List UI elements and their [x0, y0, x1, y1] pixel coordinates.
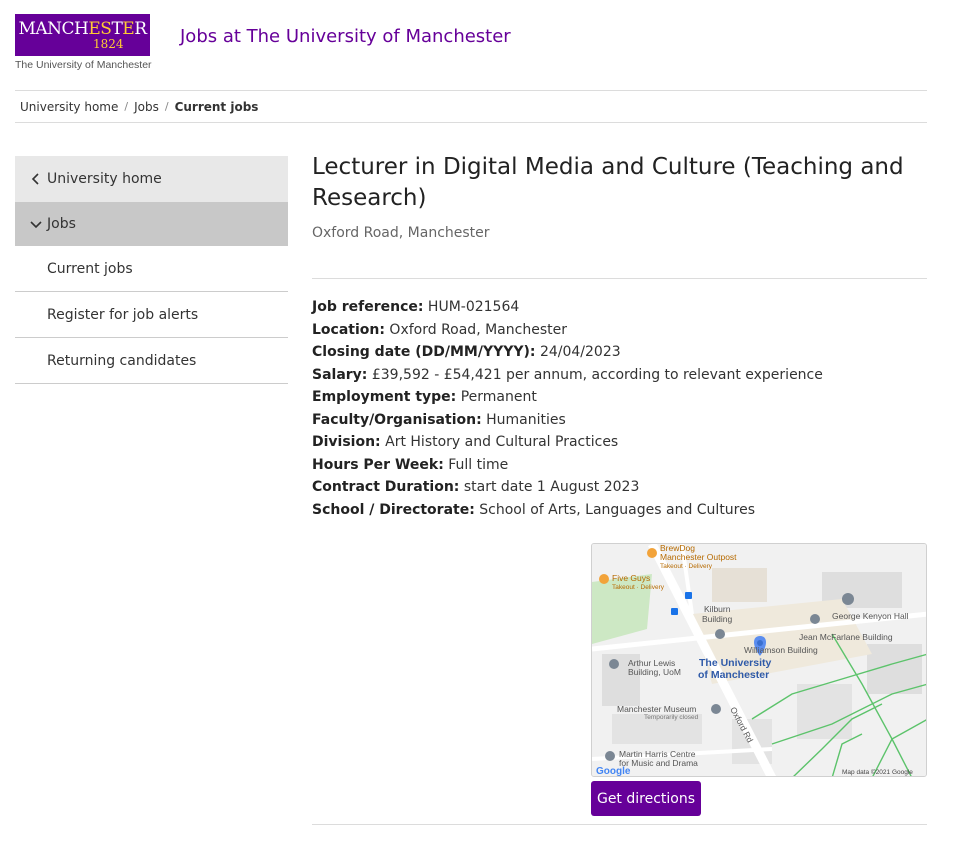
map-building: [797, 684, 852, 739]
place-icon: [605, 751, 615, 761]
map-label-brewdog: Manchester Outpost: [660, 552, 737, 562]
map-attribution[interactable]: Map data ©2021 Google: [842, 768, 913, 776]
map-label-museum: Manchester Museum: [617, 704, 696, 714]
map-label-university: of Manchester: [698, 669, 769, 681]
divider: [312, 278, 927, 279]
chevron-down-icon: [27, 215, 45, 233]
job-details: Job reference: HUM-021564 Location: Oxfo…: [312, 296, 927, 521]
sidebar-item-current-jobs[interactable]: Current jobs: [15, 246, 288, 292]
map-building: [712, 568, 767, 602]
restaurant-icon: [599, 574, 609, 584]
sidebar-item-jobs[interactable]: Jobs: [15, 202, 288, 246]
detail-contract-duration: Contract Duration: start date 1 August 2…: [312, 479, 640, 495]
map-label-brewdog-sub: Takeout · Delivery: [660, 563, 713, 570]
detail-school: School / Directorate: School of Arts, La…: [312, 501, 756, 518]
get-directions-button[interactable]: Get directions: [591, 781, 701, 816]
sidebar-item-label: University home: [47, 171, 162, 187]
map-label-five-guys-sub: Takeout · Delivery: [612, 584, 665, 591]
map-label-martin-harris: for Music and Drama: [619, 758, 698, 768]
place-icon: [842, 593, 854, 605]
sidebar-item-returning-candidates[interactable]: Returning candidates: [15, 338, 288, 384]
map-label-kilburn: Kilburn: [704, 604, 731, 614]
map-label-university: The University: [699, 657, 772, 669]
google-logo: Google: [596, 766, 631, 777]
breadcrumb: University home / Jobs / Current jobs: [15, 90, 927, 123]
logo-wordmark: MANCHESTER: [18, 19, 147, 39]
university-logo[interactable]: MANCHESTER 1824 The University of Manche…: [15, 14, 152, 71]
map-label-george-kenyon-hall: George Kenyon Hall: [832, 611, 909, 621]
detail-closing-date: Closing date (DD/MM/YYYY): 24/04/2023: [312, 344, 621, 360]
restaurant-icon: [647, 548, 657, 558]
sidebar-item-university-home[interactable]: University home: [15, 156, 288, 202]
breadcrumb-university-home[interactable]: University home: [20, 100, 118, 114]
logo-subtitle: The University of Manchester: [15, 59, 152, 71]
detail-job-reference: Job reference: HUM-021564: [312, 299, 520, 315]
detail-hours: Hours Per Week: Full time: [312, 456, 509, 473]
location-map[interactable]: BrewDog Manchester Outpost Takeout · Del…: [591, 543, 927, 777]
map-label-kilburn: Building: [702, 614, 733, 624]
bus-stop-icon: [671, 608, 678, 615]
map-label-five-guys: Five Guys: [612, 573, 650, 583]
job-location: Oxford Road, Manchester: [312, 225, 490, 241]
place-icon: [609, 659, 619, 669]
breadcrumb-separator: /: [164, 100, 169, 113]
job-title: Lecturer in Digital Media and Culture (T…: [312, 154, 904, 211]
place-icon: [810, 614, 820, 624]
divider: [312, 824, 927, 825]
job-main: Lecturer in Digital Media and Culture (T…: [312, 152, 927, 825]
bus-stop-icon: [685, 592, 692, 599]
detail-location: Location: Oxford Road, Manchester: [312, 321, 567, 338]
breadcrumb-separator: /: [124, 100, 129, 113]
site-header: MANCHESTER 1824 The University of Manche…: [0, 0, 953, 90]
breadcrumb-jobs[interactable]: Jobs: [134, 100, 159, 114]
logo-year: 1824: [93, 37, 124, 51]
place-icon: [715, 629, 725, 639]
map-label-arthur-lewis: Building, UoM: [628, 667, 681, 677]
detail-salary: Salary: £39,592 - £54,421 per annum, acc…: [312, 366, 823, 383]
map-canvas[interactable]: BrewDog Manchester Outpost Takeout · Del…: [592, 544, 927, 777]
sidebar-item-job-alerts[interactable]: Register for job alerts: [15, 292, 288, 338]
chevron-left-icon: [27, 170, 45, 188]
detail-faculty: Faculty/Organisation: Humanities: [312, 411, 566, 428]
breadcrumb-current-jobs: Current jobs: [174, 99, 259, 114]
detail-employment-type: Employment type: Permanent: [312, 389, 537, 405]
sidebar-item-label: Jobs: [47, 216, 76, 232]
site-title[interactable]: Jobs at The University of Manchester: [180, 26, 511, 47]
map-label-jean-mcfarlane: Jean McFarlane Building: [799, 632, 893, 642]
map-label-museum-sub: Temporarily closed: [644, 714, 699, 721]
detail-division: Division: Art History and Cultural Pract…: [312, 434, 619, 450]
museum-icon: [711, 704, 721, 714]
sidebar-nav: University home Jobs Current jobs Regist…: [15, 156, 288, 384]
map-label-williamson: Williamson Building: [744, 645, 818, 655]
